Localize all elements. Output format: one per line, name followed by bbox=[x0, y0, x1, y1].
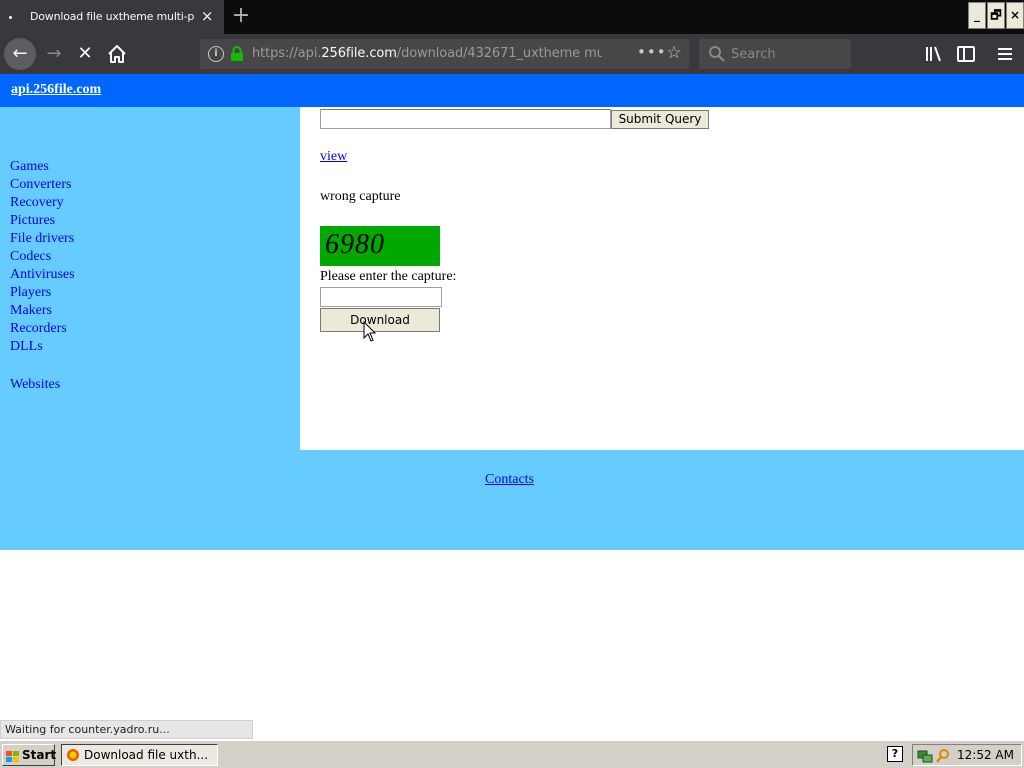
captcha-label: Please enter the capture: bbox=[320, 269, 457, 284]
sidebar-item-games[interactable]: Games bbox=[10, 158, 75, 176]
back-button[interactable]: ← bbox=[4, 38, 36, 70]
sidebar-item-dlls[interactable]: DLLs bbox=[10, 338, 75, 356]
sidebar-item-makers[interactable]: Makers bbox=[10, 302, 75, 320]
sidebar-item-file-drivers[interactable]: File drivers bbox=[10, 230, 75, 248]
clock: 12:52 AM bbox=[957, 748, 1014, 762]
sidebar-item-recovery[interactable]: Recovery bbox=[10, 194, 75, 212]
tab-close-icon[interactable]: × bbox=[199, 8, 215, 24]
web-page: api.256file.com Games Converters Recovery P… bbox=[0, 74, 1024, 720]
browser-tab[interactable]: Download file uxtheme multi-patch × bbox=[0, 0, 224, 34]
error-message: wrong capture bbox=[320, 189, 401, 204]
close-window-button[interactable]: × bbox=[1006, 2, 1024, 29]
captcha-image: 6980 bbox=[320, 226, 440, 266]
url-domain: 256file.com bbox=[321, 46, 397, 61]
help-icon[interactable]: ? bbox=[887, 746, 903, 762]
mouse-cursor-icon bbox=[363, 320, 377, 343]
loading-icon bbox=[9, 16, 12, 19]
home-icon bbox=[108, 45, 126, 63]
category-list: Games Converters Recovery Pictures File driv… bbox=[10, 158, 75, 394]
search-placeholder: Search bbox=[731, 47, 776, 62]
view-link[interactable]: view bbox=[320, 149, 347, 165]
captcha-text: 6980 bbox=[325, 229, 385, 260]
stop-button[interactable]: ✕ bbox=[73, 41, 97, 67]
minimize-button[interactable]: _ bbox=[968, 2, 986, 29]
sidebar-item-antiviruses[interactable]: Antiviruses bbox=[10, 266, 75, 284]
info-icon[interactable]: i bbox=[208, 46, 224, 62]
search-icon bbox=[708, 45, 726, 63]
home-button[interactable] bbox=[105, 42, 129, 66]
bookmark-star-icon[interactable]: ☆ bbox=[664, 43, 684, 63]
sidebar-item-codecs[interactable]: Codecs bbox=[10, 248, 75, 266]
contacts-link[interactable]: Contacts bbox=[485, 472, 534, 488]
url-text[interactable]: https://api.256file.com/download/432671_… bbox=[252, 46, 602, 62]
browser-app-icon bbox=[66, 748, 80, 762]
captcha-input[interactable] bbox=[320, 287, 442, 307]
search-bar[interactable]: Search bbox=[699, 39, 851, 69]
url-bar[interactable]: i https://api.256file.com/download/43267… bbox=[200, 39, 689, 69]
lock-icon[interactable] bbox=[230, 46, 244, 62]
download-panel: Submit Query view wrong capture 6980 Ple… bbox=[300, 107, 1024, 450]
site-home-link[interactable]: api.256file.com bbox=[11, 82, 101, 98]
start-label: Start bbox=[22, 748, 57, 762]
sidebar-item-pictures[interactable]: Pictures bbox=[10, 212, 75, 230]
window-controls: _ 🗗 × bbox=[967, 2, 1024, 29]
new-tab-button[interactable]: + bbox=[229, 5, 253, 29]
site-footer: Contacts bbox=[0, 450, 1024, 550]
download-button[interactable]: Download bbox=[320, 308, 440, 332]
category-sidebar: Games Converters Recovery Pictures File driv… bbox=[0, 107, 300, 450]
restore-button[interactable]: 🗗 bbox=[987, 2, 1005, 29]
windows-logo-icon bbox=[6, 749, 19, 762]
sidebar-item-websites[interactable]: Websites bbox=[10, 376, 75, 394]
page-actions-icon[interactable]: ••• bbox=[637, 43, 666, 63]
forward-button[interactable]: → bbox=[42, 41, 66, 67]
system-tray: 12:52 AM bbox=[912, 744, 1022, 766]
taskbar-item-browser[interactable]: Download file uxth... bbox=[61, 744, 218, 766]
nav-bar: ← → ✕ i https://api.256file.com/download… bbox=[0, 34, 1024, 74]
sidebar-item-converters[interactable]: Converters bbox=[10, 176, 75, 194]
status-bar: Waiting for counter.yadro.ru... bbox=[0, 720, 253, 739]
url-prefix: https://api. bbox=[252, 46, 322, 61]
url-path: /download/432671_uxtheme multi-pat bbox=[396, 46, 602, 61]
desktop: Download file uxtheme multi-patch × + _ … bbox=[0, 0, 1024, 768]
sidebar-toggle-icon[interactable] bbox=[954, 42, 978, 66]
submit-query-button[interactable]: Submit Query bbox=[611, 110, 709, 129]
start-button[interactable]: Start bbox=[2, 744, 57, 766]
tab-strip: Download file uxtheme multi-patch × + _ … bbox=[0, 0, 1024, 34]
search-tray-icon[interactable] bbox=[935, 748, 951, 764]
sidebar-item-players[interactable]: Players bbox=[10, 284, 75, 302]
library-icon[interactable] bbox=[922, 42, 946, 66]
menu-icon[interactable] bbox=[993, 42, 1017, 66]
taskbar-item-label: Download file uxth... bbox=[84, 748, 209, 762]
taskbar: Start Download file uxth... 12:52 AM bbox=[0, 740, 1024, 768]
site-header: api.256file.com bbox=[0, 74, 1024, 107]
tab-title: Download file uxtheme multi-patch bbox=[30, 10, 195, 23]
query-input[interactable] bbox=[320, 109, 611, 129]
sidebar-item-recorders[interactable]: Recorders bbox=[10, 320, 75, 338]
network-icon[interactable] bbox=[917, 748, 933, 764]
